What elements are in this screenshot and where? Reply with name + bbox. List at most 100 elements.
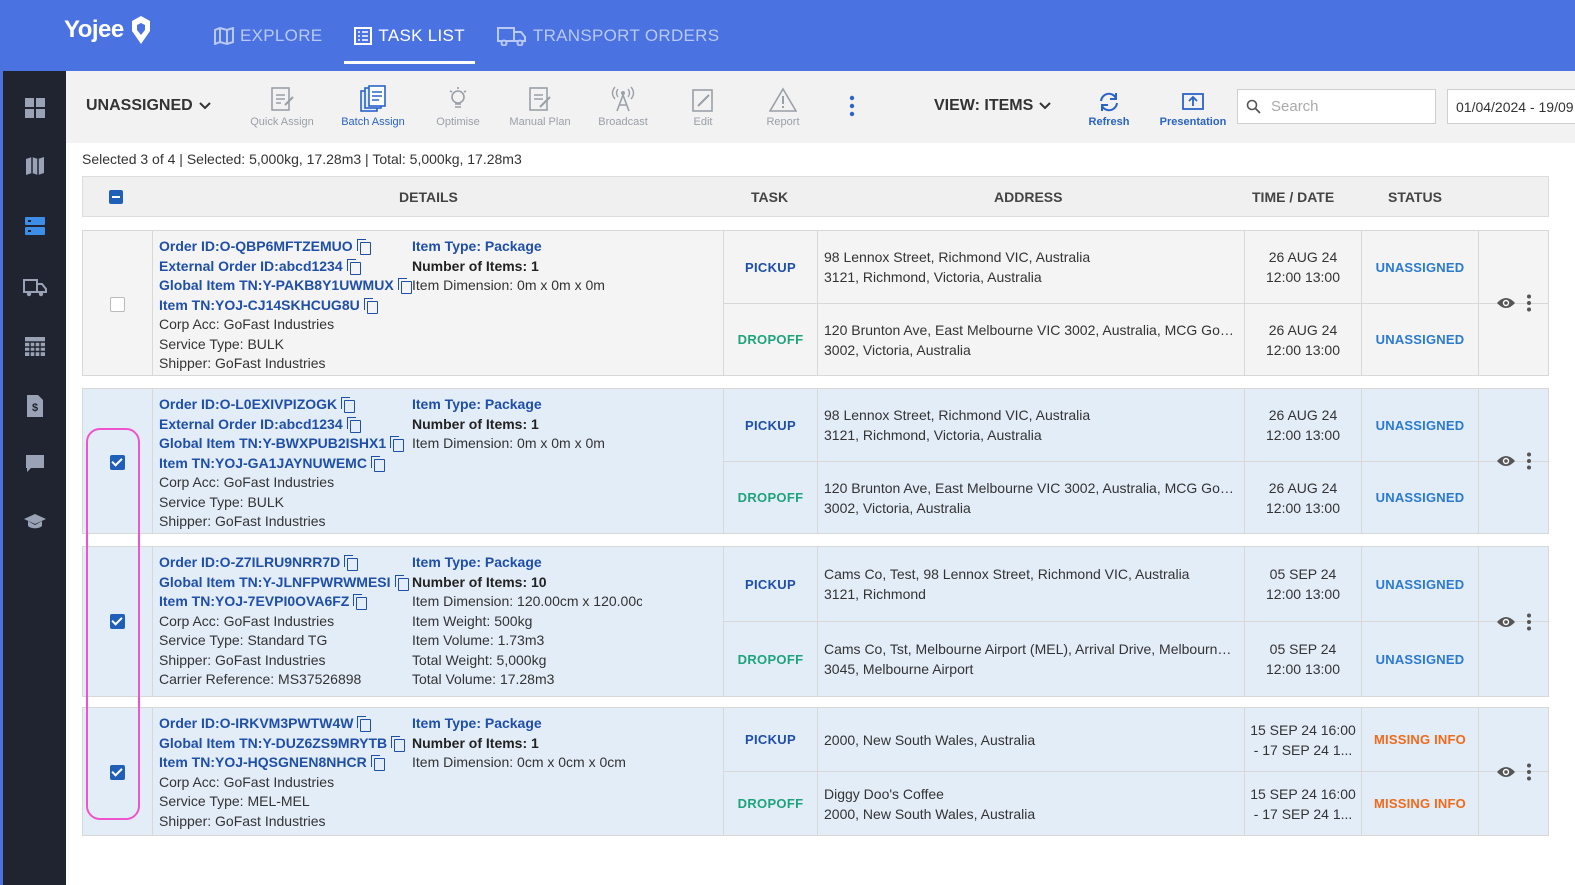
order-id-link[interactable]: Order ID:O-L0EXIVPIZOGK <box>159 395 409 415</box>
eye-icon[interactable] <box>1496 454 1516 468</box>
edit-button[interactable]: Edit <box>661 83 745 128</box>
task-leg-row[interactable]: DROPOFF Cams Co, Tst, Melbourne Airport (… <box>724 622 1549 696</box>
copy-icon[interactable] <box>353 594 368 611</box>
select-all-checkbox[interactable] <box>109 190 123 204</box>
copy-icon[interactable] <box>390 436 405 453</box>
nav-task-list[interactable]: TASK LIST <box>344 0 476 71</box>
task-leg-row[interactable]: PICKUP 98 Lennox Street, Richmond VIC, Au… <box>724 231 1549 304</box>
order-id-link[interactable]: Global Item TN:Y-BWXPUB2ISHX1 <box>159 434 409 454</box>
task-leg-row[interactable]: DROPOFF Diggy Doo's Coffee 2000, New South… <box>724 772 1549 835</box>
refresh-icon <box>1097 83 1121 113</box>
task-leg-row[interactable]: DROPOFF 120 Brunton Ave, East Melbourne V… <box>724 462 1549 533</box>
order-id-text: External Order ID:abcd1234 <box>159 415 343 432</box>
more-options-icon[interactable] <box>1526 452 1532 470</box>
optimise-label: Optimise <box>436 116 480 128</box>
task-list-icon[interactable] <box>22 213 48 239</box>
task-address: Diggy Doo's Coffee 2000, New South Wales,… <box>818 772 1245 835</box>
item-details: Item Type: Package Number of Items: 1 Item… <box>412 237 642 296</box>
copy-icon[interactable] <box>370 755 385 772</box>
status-filter-dropdown[interactable]: UNASSIGNED <box>86 97 211 115</box>
chat-icon[interactable] <box>22 451 48 477</box>
nav-explore[interactable]: EXPLORE <box>204 0 332 71</box>
calendar-icon[interactable] <box>22 333 48 359</box>
order-id-link[interactable]: Item TN:YOJ-CJ14SKHCUG8U <box>159 296 409 316</box>
map-icon[interactable] <box>22 153 48 179</box>
graduation-cap-icon[interactable] <box>22 509 48 535</box>
task-leg-row[interactable]: PICKUP 98 Lennox Street, Richmond VIC, Au… <box>724 389 1549 462</box>
copy-icon[interactable] <box>346 416 361 433</box>
number-of-items: Number of Items: 1 <box>412 415 539 432</box>
order-row[interactable]: Order ID:O-L0EXIVPIZOGK External Order ID… <box>82 388 1549 534</box>
order-id-link[interactable]: External Order ID:abcd1234 <box>159 415 409 435</box>
more-options-icon[interactable] <box>1526 613 1532 631</box>
task-address: 2000, New South Wales, Australia <box>818 708 1245 771</box>
order-row[interactable]: Order ID:O-IRKVM3PWTW4W Global Item TN:Y-… <box>82 707 1549 836</box>
copy-icon[interactable] <box>391 735 406 752</box>
date-range-picker[interactable]: 01/04/2024 - 19/09 <box>1447 89 1575 124</box>
search-input[interactable] <box>1271 98 1421 115</box>
view-dropdown[interactable]: VIEW: ITEMS <box>934 97 1051 115</box>
status-badge: UNASSIGNED <box>1362 389 1479 461</box>
report-button[interactable]: Report <box>741 83 825 128</box>
copy-icon[interactable] <box>394 574 409 591</box>
order-id-link[interactable]: Item TN:YOJ-7EVPI0OVA6FZ <box>159 592 409 612</box>
time-line-2: 12:00 13:00 <box>1266 269 1340 285</box>
task-time: 26 AUG 24 12:00 13:00 <box>1245 231 1362 303</box>
item-details: Item Type: Package Number of Items: 1 Item… <box>412 714 642 773</box>
more-options-icon[interactable] <box>1526 763 1532 781</box>
order-id-link[interactable]: Item TN:YOJ-HQSGNEN8NHCR <box>159 753 409 773</box>
time-line-1: 26 AUG 24 <box>1268 479 1338 496</box>
manual-plan-button[interactable]: Manual Plan <box>498 83 582 128</box>
order-id-link[interactable]: Order ID:O-Z7ILRU9NRR7D <box>159 553 409 573</box>
broadcast-button[interactable]: Broadcast <box>581 83 665 128</box>
truck-icon[interactable] <box>22 275 48 301</box>
copy-icon[interactable] <box>346 258 361 275</box>
copy-icon[interactable] <box>363 297 378 314</box>
eye-icon[interactable] <box>1496 765 1516 779</box>
row-checkbox[interactable] <box>110 297 125 312</box>
task-time: 05 SEP 24 12:00 13:00 <box>1245 547 1362 621</box>
order-row[interactable]: Order ID:O-Z7ILRU9NRR7D Global Item TN:Y-… <box>82 546 1549 697</box>
order-id-text: Item TN:YOJ-7EVPI0OVA6FZ <box>159 593 350 609</box>
order-id-link[interactable]: Global Item TN:Y-JLNFPWRWMESI <box>159 573 409 593</box>
eye-icon[interactable] <box>1496 615 1516 629</box>
order-id-link[interactable]: Order ID:O-IRKVM3PWTW4W <box>159 714 409 734</box>
order-id-link[interactable]: Item TN:YOJ-GA1JAYNUWEMC <box>159 454 409 474</box>
copy-icon[interactable] <box>344 555 359 572</box>
task-type: DROPOFF <box>724 304 818 375</box>
brand-name: Yojee <box>64 16 124 43</box>
more-actions-icon[interactable] <box>848 95 856 122</box>
task-leg-row[interactable]: PICKUP Cams Co, Test, 98 Lennox Street, R… <box>724 547 1549 622</box>
order-id-link[interactable]: Global Item TN:Y-DUZ6ZS9MRYTB <box>159 734 409 754</box>
presentation-button[interactable]: Presentation <box>1151 83 1235 128</box>
optimise-button[interactable]: Optimise <box>416 83 500 128</box>
copy-icon[interactable] <box>356 239 371 256</box>
task-leg-row[interactable]: PICKUP 2000, New South Wales, Australia 15… <box>724 708 1549 772</box>
search-box[interactable] <box>1237 89 1436 124</box>
nav-task-list-label: TASK LIST <box>378 25 465 45</box>
batch-assign-button[interactable]: Batch Assign <box>331 83 415 128</box>
order-id-link[interactable]: Global Item TN:Y-PAKB8Y1UWMUX <box>159 276 412 296</box>
more-options-icon[interactable] <box>1526 294 1532 312</box>
order-id-text: Item TN:YOJ-CJ14SKHCUG8U <box>159 296 360 313</box>
quick-assign-button[interactable]: Quick Assign <box>240 83 324 128</box>
task-address: Cams Co, Test, 98 Lennox Street, Richmon… <box>818 547 1245 621</box>
invoice-icon[interactable]: $ <box>22 393 48 419</box>
copy-icon[interactable] <box>370 455 385 472</box>
order-id-link[interactable]: Order ID:O-QBP6MFTZEMUO <box>159 237 409 257</box>
refresh-button[interactable]: Refresh <box>1067 83 1151 128</box>
copy-icon[interactable] <box>397 278 412 295</box>
order-id-link[interactable]: External Order ID:abcd1234 <box>159 257 409 277</box>
nav-transport-orders[interactable]: TRANSPORT ORDERS <box>487 0 729 71</box>
task-type: DROPOFF <box>724 462 818 533</box>
copy-icon[interactable] <box>341 397 356 414</box>
address-line-1: 120 Brunton Ave, East Melbourne VIC 3002… <box>824 321 1238 338</box>
order-row[interactable]: Order ID:O-QBP6MFTZEMUO External Order ID… <box>82 230 1549 376</box>
copy-icon[interactable] <box>357 716 372 733</box>
order-info-line: Corp Acc: GoFast Industries <box>159 316 335 332</box>
task-leg-row[interactable]: DROPOFF 120 Brunton Ave, East Melbourne V… <box>724 304 1549 375</box>
dashboard-icon[interactable] <box>22 95 48 121</box>
brand-logo[interactable]: Yojee <box>64 14 156 46</box>
eye-icon[interactable] <box>1496 296 1516 310</box>
time-line-1: 26 AUG 24 <box>1268 321 1338 338</box>
